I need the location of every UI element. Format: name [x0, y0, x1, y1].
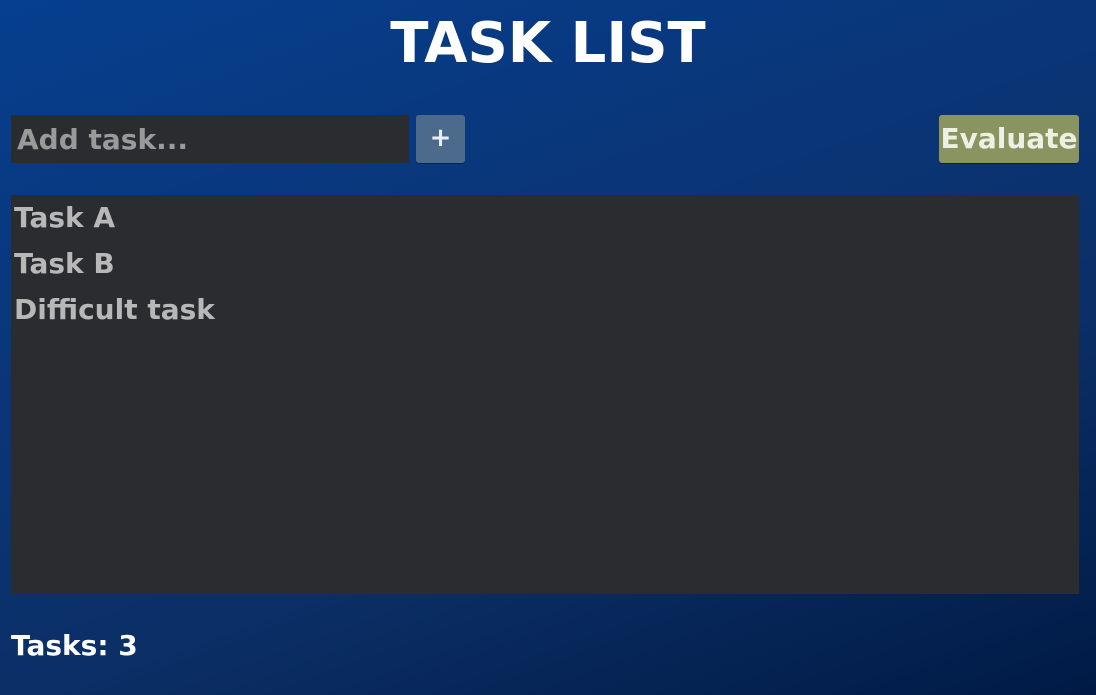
- add-task-button[interactable]: +: [416, 115, 465, 163]
- task-count-value: 3: [118, 629, 138, 662]
- task-item-difficult-task[interactable]: Difficult task: [14, 288, 215, 332]
- add-task-input[interactable]: [11, 115, 409, 163]
- task-count-label: Tasks:: [11, 629, 109, 662]
- task-item-task-a[interactable]: Task A: [14, 196, 115, 240]
- task-item-task-b[interactable]: Task B: [14, 242, 115, 286]
- task-list: Task A Task B Difficult task: [11, 195, 1079, 594]
- evaluate-button[interactable]: Evaluate: [939, 115, 1079, 163]
- task-count: Tasks: 3: [11, 624, 138, 668]
- page-title: TASK LIST: [390, 11, 706, 76]
